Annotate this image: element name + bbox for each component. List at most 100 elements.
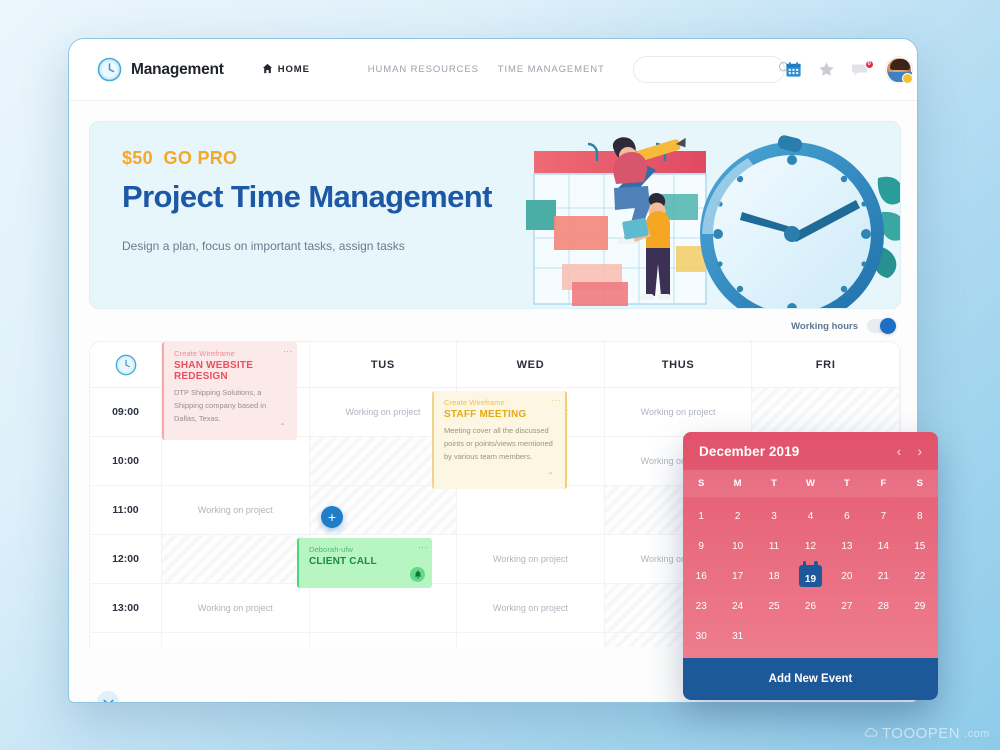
hero-text-block: $50 GO PRO Project Time Management Desig…: [122, 148, 492, 253]
weekday-label: S: [698, 478, 705, 489]
time-label: 13:00: [90, 584, 162, 632]
hero-gopro-label: GO PRO: [163, 148, 238, 168]
calendar-day-empty: [756, 621, 792, 651]
working-hours-toggle[interactable]: [867, 318, 896, 334]
calendar-day[interactable]: 20: [829, 561, 865, 591]
schedule-cell[interactable]: [752, 388, 900, 436]
nav-icon-group: 0: [785, 56, 913, 84]
calendar-day[interactable]: 18: [756, 561, 792, 591]
calendar-day[interactable]: 13: [829, 531, 865, 561]
calendar-icon[interactable]: [785, 61, 802, 78]
time-label: 11:00: [90, 486, 162, 534]
calendar-day-selected[interactable]: 19: [792, 561, 828, 591]
chevron-up-icon[interactable]: ⌃: [543, 468, 558, 483]
schedule-cell[interactable]: [162, 437, 310, 485]
star-icon[interactable]: [818, 61, 835, 78]
calendar-day[interactable]: 21: [865, 561, 901, 591]
top-navigation-bar: Management HOME HUMAN RESOURCES TIME MAN…: [69, 39, 917, 101]
schedule-day-header[interactable]: WED: [457, 342, 605, 387]
task-card-shan-website-redesign[interactable]: ⋮ Create Wireframe SHAN WEBSITE REDESIGN…: [162, 342, 297, 440]
calendar-day[interactable]: 24: [719, 591, 755, 621]
schedule-day-header[interactable]: TUS: [310, 342, 458, 387]
calendar-day[interactable]: 1: [683, 501, 719, 531]
toggle-knob: [880, 318, 896, 334]
weekday-label: F: [880, 478, 887, 489]
task-card-client-call[interactable]: ⋮ Deborah-ufw CLIENT CALL: [297, 538, 432, 588]
nav-link-time-management[interactable]: TIME MANAGEMENT: [498, 64, 605, 75]
watermark: TOOOPEN .com: [863, 725, 990, 742]
time-label: 09:00: [90, 388, 162, 436]
add-event-button[interactable]: +: [321, 506, 343, 528]
calendar-day[interactable]: 26: [792, 591, 828, 621]
add-new-event-button[interactable]: Add New Event: [683, 658, 938, 700]
schedule-cell[interactable]: Working on project: [162, 584, 310, 632]
calendar-day[interactable]: 12: [792, 531, 828, 561]
calendar-day[interactable]: 10: [719, 531, 755, 561]
calendar-day[interactable]: 28: [865, 591, 901, 621]
kebab-menu-icon[interactable]: ⋮: [418, 543, 428, 552]
search-box[interactable]: [632, 56, 790, 83]
calendar-day[interactable]: 14: [865, 531, 901, 561]
schedule-expand-button[interactable]: [97, 691, 119, 702]
calendar-day[interactable]: 8: [902, 501, 938, 531]
schedule-cell[interactable]: [310, 584, 458, 632]
calendar-day[interactable]: 22: [902, 561, 938, 591]
schedule-cell[interactable]: [162, 633, 310, 647]
hero-kicker: $50 GO PRO: [122, 148, 492, 169]
calendar-day[interactable]: 3: [756, 501, 792, 531]
watermark-suffix: .com: [964, 727, 990, 740]
weekday-label: M: [733, 478, 742, 489]
calendar-day[interactable]: 2: [719, 501, 755, 531]
calendar-day-empty: [829, 621, 865, 651]
schedule-cell[interactable]: Working on project: [457, 584, 605, 632]
task-assignee: Deborah-ufw: [309, 545, 354, 554]
calendar-day[interactable]: 16: [683, 561, 719, 591]
calendar-day[interactable]: 27: [829, 591, 865, 621]
chevron-left-icon[interactable]: ‹: [897, 444, 902, 458]
chevron-right-icon[interactable]: ›: [917, 444, 922, 458]
calendar-day[interactable]: 25: [756, 591, 792, 621]
task-card-staff-meeting[interactable]: ⋮ Create Wireframe STAFF MEETING Meeting…: [432, 391, 567, 489]
weekday-label: S: [916, 478, 923, 489]
kebab-menu-icon[interactable]: ⋮: [283, 347, 293, 356]
calendar-day[interactable]: 7: [865, 501, 901, 531]
calendar-day-grid: 1 2 3 4 6 7 8 9 10 11 12 13 14 15 16 17 …: [683, 497, 938, 651]
chat-bubble-icon[interactable]: 0: [851, 59, 874, 78]
task-assignee: Create Wireframe: [444, 398, 505, 407]
search-input[interactable]: [645, 64, 778, 75]
schedule-day-header[interactable]: THUS: [605, 342, 753, 387]
calendar-day[interactable]: 29: [902, 591, 938, 621]
schedule-cell[interactable]: [162, 535, 310, 583]
bell-icon[interactable]: [410, 567, 425, 582]
schedule-cell[interactable]: [310, 633, 458, 647]
calendar-day[interactable]: 31: [719, 621, 755, 651]
brand-logo[interactable]: Management: [97, 57, 224, 82]
schedule-cell[interactable]: [457, 486, 605, 534]
calendar-day[interactable]: 15: [902, 531, 938, 561]
task-description: Meeting cover all the discussed points o…: [444, 426, 553, 462]
calendar-day[interactable]: 9: [683, 531, 719, 561]
kebab-menu-icon[interactable]: ⋮: [551, 396, 561, 405]
calendar-day[interactable]: 6: [829, 501, 865, 531]
weekday-label: T: [844, 478, 850, 489]
calendar-day[interactable]: 30: [683, 621, 719, 651]
brand-name: Management: [131, 60, 224, 78]
calendar-day[interactable]: 17: [719, 561, 755, 591]
task-title: SHAN WEBSITE REDESIGN: [174, 360, 254, 382]
nav-link-home[interactable]: HOME: [262, 63, 368, 77]
schedule-cell[interactable]: Working on project: [162, 486, 310, 534]
working-hours-label: Working hours: [791, 320, 858, 332]
nav-link-human-resources[interactable]: HUMAN RESOURCES: [368, 64, 498, 75]
schedule-cell[interactable]: Working on project: [457, 535, 605, 583]
schedule-cell[interactable]: Working on project: [605, 388, 753, 436]
calendar-day-empty: [792, 621, 828, 651]
calendar-day[interactable]: 23: [683, 591, 719, 621]
calendar-day[interactable]: 11: [756, 531, 792, 561]
clock-icon: [97, 57, 122, 82]
avatar[interactable]: [885, 56, 913, 84]
chevron-up-icon[interactable]: ⌃: [275, 419, 290, 434]
medal-icon: [901, 72, 913, 84]
schedule-cell[interactable]: [457, 633, 605, 647]
calendar-day[interactable]: 4: [792, 501, 828, 531]
schedule-day-header[interactable]: FRI: [752, 342, 900, 387]
